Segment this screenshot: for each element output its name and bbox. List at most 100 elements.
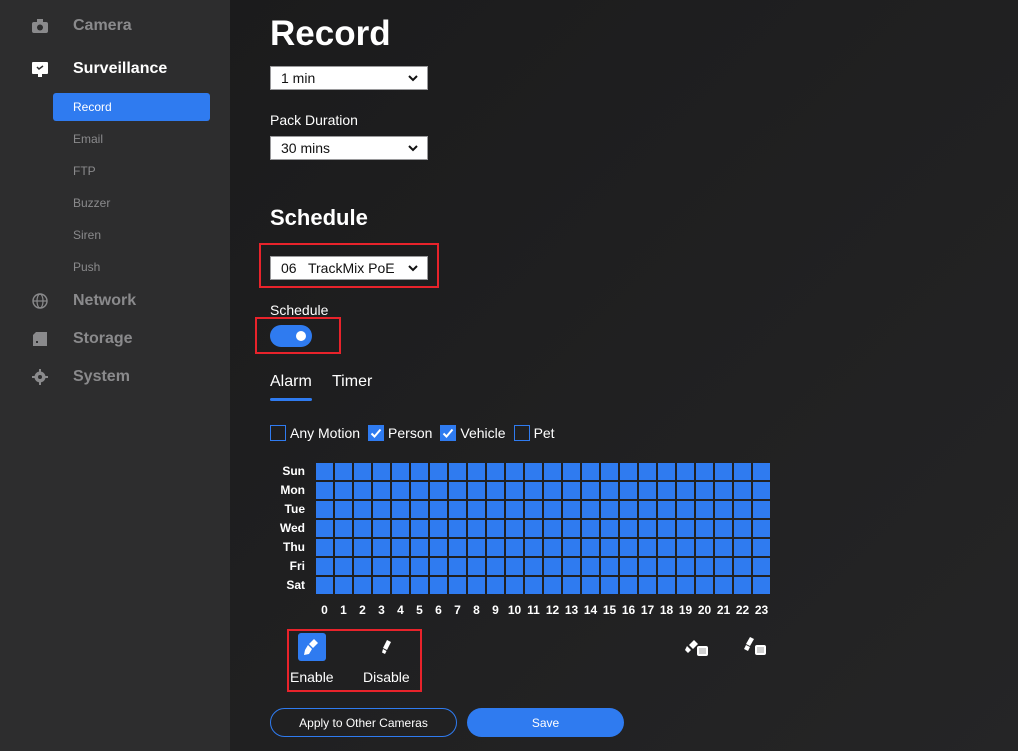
schedule-cell[interactable] <box>449 577 466 594</box>
schedule-cell[interactable] <box>677 520 694 537</box>
schedule-cell[interactable] <box>677 463 694 480</box>
apply-to-other-cameras-button[interactable]: Apply to Other Cameras <box>270 708 457 737</box>
schedule-cell[interactable] <box>411 558 428 575</box>
disable-eraser-button[interactable] <box>372 633 400 661</box>
disable-all-button[interactable] <box>742 633 770 661</box>
schedule-cell[interactable] <box>316 558 333 575</box>
sidebar-subitem-siren[interactable]: Siren <box>53 221 210 249</box>
schedule-cell[interactable] <box>753 577 770 594</box>
schedule-cell[interactable] <box>373 501 390 518</box>
schedule-cell[interactable] <box>335 482 352 499</box>
schedule-cell[interactable] <box>753 463 770 480</box>
schedule-cell[interactable] <box>468 539 485 556</box>
sidebar-item-system[interactable]: System <box>0 363 230 391</box>
schedule-cell[interactable] <box>658 577 675 594</box>
schedule-cell[interactable] <box>468 482 485 499</box>
schedule-cell[interactable] <box>620 539 637 556</box>
schedule-cell[interactable] <box>335 501 352 518</box>
schedule-cell[interactable] <box>487 501 504 518</box>
schedule-cell[interactable] <box>525 577 542 594</box>
schedule-cell[interactable] <box>601 539 618 556</box>
schedule-cell[interactable] <box>392 482 409 499</box>
schedule-cell[interactable] <box>316 463 333 480</box>
schedule-cell[interactable] <box>677 501 694 518</box>
schedule-cell[interactable] <box>582 501 599 518</box>
schedule-cell[interactable] <box>639 501 656 518</box>
schedule-cell[interactable] <box>582 539 599 556</box>
schedule-cell[interactable] <box>601 520 618 537</box>
schedule-cell[interactable] <box>430 558 447 575</box>
schedule-cell[interactable] <box>639 558 656 575</box>
schedule-cell[interactable] <box>506 501 523 518</box>
schedule-cell[interactable] <box>392 558 409 575</box>
schedule-cell[interactable] <box>392 520 409 537</box>
checkbox-any-motion[interactable]: Any Motion <box>270 425 360 441</box>
schedule-cell[interactable] <box>563 577 580 594</box>
schedule-cell[interactable] <box>658 520 675 537</box>
schedule-cell[interactable] <box>620 577 637 594</box>
schedule-cell[interactable] <box>544 463 561 480</box>
schedule-cell[interactable] <box>696 482 713 499</box>
schedule-cell[interactable] <box>734 539 751 556</box>
schedule-cell[interactable] <box>468 558 485 575</box>
schedule-cell[interactable] <box>335 463 352 480</box>
schedule-cell[interactable] <box>487 463 504 480</box>
schedule-cell[interactable] <box>563 463 580 480</box>
schedule-cell[interactable] <box>449 539 466 556</box>
schedule-cell[interactable] <box>316 520 333 537</box>
schedule-cell[interactable] <box>506 577 523 594</box>
enable-all-button[interactable] <box>684 634 712 662</box>
schedule-cell[interactable] <box>506 558 523 575</box>
schedule-cell[interactable] <box>430 501 447 518</box>
schedule-cell[interactable] <box>411 577 428 594</box>
schedule-cell[interactable] <box>316 482 333 499</box>
schedule-cell[interactable] <box>449 482 466 499</box>
sidebar-item-camera[interactable]: Camera <box>0 12 230 40</box>
schedule-cell[interactable] <box>715 463 732 480</box>
schedule-cell[interactable] <box>316 539 333 556</box>
schedule-cell[interactable] <box>658 558 675 575</box>
schedule-cell[interactable] <box>639 482 656 499</box>
schedule-cell[interactable] <box>525 539 542 556</box>
schedule-cell[interactable] <box>734 463 751 480</box>
checkbox-vehicle[interactable]: Vehicle <box>440 425 506 441</box>
tab-timer[interactable]: Timer <box>332 373 372 391</box>
schedule-cell[interactable] <box>525 463 542 480</box>
schedule-cell[interactable] <box>354 558 371 575</box>
schedule-cell[interactable] <box>715 539 732 556</box>
camera-select[interactable]: 06 TrackMix PoE <box>270 256 428 280</box>
schedule-cell[interactable] <box>582 463 599 480</box>
schedule-cell[interactable] <box>582 558 599 575</box>
schedule-cell[interactable] <box>449 501 466 518</box>
schedule-cell[interactable] <box>373 482 390 499</box>
schedule-cell[interactable] <box>354 520 371 537</box>
schedule-cell[interactable] <box>639 463 656 480</box>
enable-brush-button[interactable] <box>298 633 326 661</box>
schedule-cell[interactable] <box>601 577 618 594</box>
schedule-cell[interactable] <box>411 482 428 499</box>
schedule-cell[interactable] <box>734 558 751 575</box>
schedule-cell[interactable] <box>734 482 751 499</box>
schedule-cell[interactable] <box>715 520 732 537</box>
schedule-cell[interactable] <box>487 520 504 537</box>
schedule-cell[interactable] <box>373 558 390 575</box>
schedule-cell[interactable] <box>411 463 428 480</box>
sidebar-subitem-email[interactable]: Email <box>53 125 210 153</box>
schedule-toggle[interactable] <box>270 325 312 347</box>
schedule-cell[interactable] <box>639 577 656 594</box>
schedule-cell[interactable] <box>468 520 485 537</box>
schedule-cell[interactable] <box>696 539 713 556</box>
sidebar-subitem-ftp[interactable]: FTP <box>53 157 210 185</box>
schedule-cell[interactable] <box>601 463 618 480</box>
schedule-cell[interactable] <box>373 463 390 480</box>
schedule-cell[interactable] <box>544 520 561 537</box>
schedule-cell[interactable] <box>620 558 637 575</box>
schedule-cell[interactable] <box>354 463 371 480</box>
schedule-cell[interactable] <box>506 539 523 556</box>
schedule-cell[interactable] <box>715 558 732 575</box>
schedule-cell[interactable] <box>468 577 485 594</box>
schedule-cell[interactable] <box>525 501 542 518</box>
schedule-cell[interactable] <box>734 501 751 518</box>
schedule-cell[interactable] <box>392 463 409 480</box>
schedule-cell[interactable] <box>601 501 618 518</box>
